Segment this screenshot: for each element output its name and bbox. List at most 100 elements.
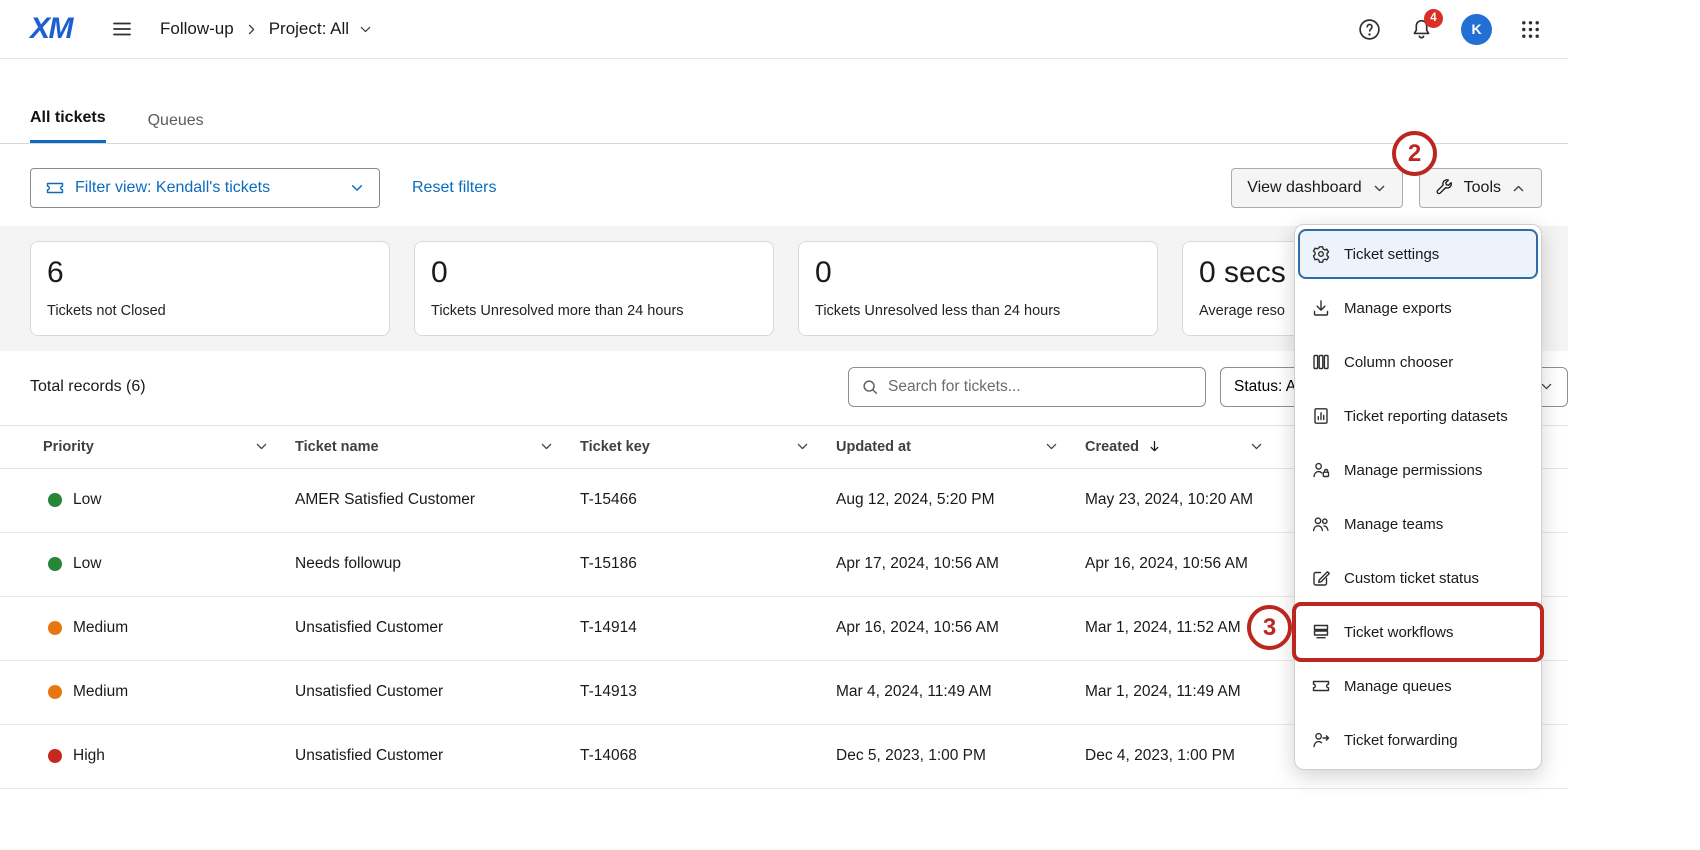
ticket-name-cell: Unsatisfied Customer bbox=[295, 747, 580, 765]
download-icon bbox=[1311, 298, 1331, 318]
updated-at-cell: Aug 12, 2024, 5:20 PM bbox=[836, 491, 1085, 509]
tools-menu-item-label: Ticket settings bbox=[1344, 246, 1439, 263]
report-icon bbox=[1311, 406, 1331, 426]
view-dashboard-button[interactable]: View dashboard bbox=[1231, 168, 1402, 208]
ticket-icon bbox=[45, 178, 65, 198]
filter-view-label: Filter view: Kendall's tickets bbox=[75, 179, 270, 197]
tools-menu-item-label: Column chooser bbox=[1344, 354, 1453, 371]
tab-all-tickets[interactable]: All tickets bbox=[30, 109, 106, 143]
reset-filters-link[interactable]: Reset filters bbox=[412, 179, 496, 197]
stat-value: 0 bbox=[815, 256, 1141, 291]
tools-menu-item-manage-permissions[interactable]: Manage permissions bbox=[1295, 443, 1541, 497]
updated-at-cell: Dec 5, 2023, 1:00 PM bbox=[836, 747, 1085, 765]
priority-dot bbox=[48, 749, 62, 763]
chevron-down-icon bbox=[358, 22, 373, 37]
column-header-ticket-name[interactable]: Ticket name bbox=[295, 439, 580, 455]
annotation-step-2: 2 bbox=[1392, 131, 1437, 176]
chevron-down-icon bbox=[1372, 181, 1387, 196]
chevron-down-icon[interactable] bbox=[254, 439, 269, 454]
person-arrow-icon bbox=[1311, 730, 1331, 750]
tools-button[interactable]: Tools bbox=[1419, 168, 1542, 208]
breadcrumb-section[interactable]: Follow-up bbox=[160, 19, 234, 39]
tools-menu-item-custom-ticket-status[interactable]: Custom ticket status bbox=[1295, 551, 1541, 605]
priority-cell: Medium bbox=[43, 619, 295, 637]
chevron-down-icon[interactable] bbox=[795, 439, 810, 454]
tab-queues[interactable]: Queues bbox=[148, 112, 204, 143]
project-label: Project: All bbox=[269, 19, 349, 39]
column-header-ticket-key[interactable]: Ticket key bbox=[580, 439, 836, 455]
tools-menu-item-ticket-forwarding[interactable]: Ticket forwarding bbox=[1295, 713, 1541, 767]
total-records: Total records (6) bbox=[30, 378, 146, 396]
search-box[interactable] bbox=[848, 367, 1206, 407]
filter-bar-actions: View dashboard Tools bbox=[1231, 168, 1542, 208]
tools-menu-item-manage-exports[interactable]: Manage exports bbox=[1295, 281, 1541, 335]
ticket-key-cell: T-15186 bbox=[580, 555, 836, 573]
priority-dot bbox=[48, 557, 62, 571]
priority-label: Low bbox=[73, 555, 101, 573]
stat-card-tickets-not-closed: 6 Tickets not Closed bbox=[30, 241, 390, 336]
tools-menu-item-ticket-settings[interactable]: Ticket settings bbox=[1298, 229, 1538, 279]
column-label: Created bbox=[1085, 439, 1139, 455]
ticket-name-cell: AMER Satisfied Customer bbox=[295, 491, 580, 509]
tools-menu-item-label: Ticket reporting datasets bbox=[1344, 408, 1508, 425]
ticket-name-cell: Needs followup bbox=[295, 555, 580, 573]
hamburger-icon[interactable] bbox=[110, 17, 134, 41]
ticket-key-cell: T-14913 bbox=[580, 683, 836, 701]
columns-icon bbox=[1311, 352, 1331, 372]
chevron-down-icon[interactable] bbox=[1249, 439, 1264, 454]
people-icon bbox=[1311, 514, 1331, 534]
tools-menu-item-label: Manage queues bbox=[1344, 678, 1452, 695]
notifications-bell-icon[interactable]: 4 bbox=[1409, 17, 1434, 42]
annotation-step-3: 3 bbox=[1247, 605, 1292, 650]
tools-menu-item-manage-queues[interactable]: Manage queues bbox=[1295, 659, 1541, 713]
project-selector[interactable]: Project: All bbox=[269, 19, 373, 39]
updated-at-cell: Apr 16, 2024, 10:56 AM bbox=[836, 619, 1085, 637]
stat-label: Tickets Unresolved more than 24 hours bbox=[431, 303, 757, 319]
ticket-key-cell: T-14914 bbox=[580, 619, 836, 637]
wrench-icon bbox=[1435, 179, 1454, 198]
tools-menu-item-label: Manage exports bbox=[1344, 300, 1452, 317]
ticket-name-cell: Unsatisfied Customer bbox=[295, 619, 580, 637]
tools-menu-item-manage-teams[interactable]: Manage teams bbox=[1295, 497, 1541, 551]
topbar-actions: 4 K bbox=[1357, 14, 1542, 45]
breadcrumb: Follow-up Project: All bbox=[160, 19, 373, 39]
priority-cell: Low bbox=[43, 555, 295, 573]
column-header-created[interactable]: Created bbox=[1085, 439, 1290, 455]
tools-label: Tools bbox=[1464, 179, 1501, 197]
apps-grid-icon[interactable] bbox=[1519, 18, 1542, 41]
priority-dot bbox=[48, 621, 62, 635]
avatar[interactable]: K bbox=[1461, 14, 1492, 45]
tools-menu-item-label: Ticket workflows bbox=[1344, 624, 1453, 641]
created-cell: Mar 1, 2024, 11:49 AM bbox=[1085, 683, 1290, 701]
chevron-up-icon bbox=[1511, 181, 1526, 196]
priority-label: Low bbox=[73, 491, 101, 509]
ticket-icon bbox=[1311, 676, 1331, 696]
search-input[interactable] bbox=[888, 378, 1193, 396]
chevron-down-icon[interactable] bbox=[1044, 439, 1059, 454]
created-cell: May 23, 2024, 10:20 AM bbox=[1085, 491, 1290, 509]
ticket-key-cell: T-14068 bbox=[580, 747, 836, 765]
tab-label: All tickets bbox=[30, 109, 106, 126]
notification-badge: 4 bbox=[1424, 9, 1443, 28]
priority-dot bbox=[48, 685, 62, 699]
chevron-down-icon bbox=[349, 180, 365, 196]
tabs: All tickets Queues bbox=[0, 59, 1568, 144]
tools-menu-item-ticket-workflows[interactable]: Ticket workflows bbox=[1295, 605, 1541, 659]
help-icon[interactable] bbox=[1357, 17, 1382, 42]
stat-value: 0 bbox=[431, 256, 757, 291]
tools-menu-item-label: Manage permissions bbox=[1344, 462, 1482, 479]
filter-view-dropdown[interactable]: Filter view: Kendall's tickets bbox=[30, 168, 380, 208]
column-label: Updated at bbox=[836, 439, 911, 455]
tools-menu-item-column-chooser[interactable]: Column chooser bbox=[1295, 335, 1541, 389]
priority-label: Medium bbox=[73, 683, 128, 701]
chevron-right-icon bbox=[244, 22, 259, 37]
column-header-updated-at[interactable]: Updated at bbox=[836, 439, 1085, 455]
chevron-down-icon[interactable] bbox=[539, 439, 554, 454]
created-cell: Apr 16, 2024, 10:56 AM bbox=[1085, 555, 1290, 573]
sort-desc-icon bbox=[1147, 439, 1162, 454]
tools-menu-item-ticket-reporting-datasets[interactable]: Ticket reporting datasets bbox=[1295, 389, 1541, 443]
stat-card-tickets-unresolved-less-than-24-hours: 0 Tickets Unresolved less than 24 hours bbox=[798, 241, 1158, 336]
tools-menu-item-label: Manage teams bbox=[1344, 516, 1443, 533]
tab-label: Queues bbox=[148, 112, 204, 129]
column-header-priority[interactable]: Priority bbox=[43, 439, 295, 455]
